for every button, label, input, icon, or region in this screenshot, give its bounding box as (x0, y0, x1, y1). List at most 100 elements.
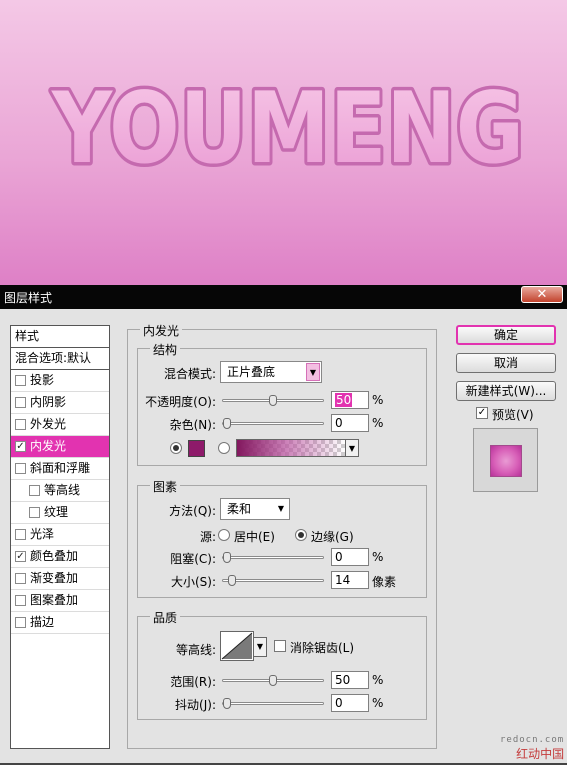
effect-checkbox[interactable] (29, 485, 40, 496)
effect-label: 等高线 (44, 483, 81, 497)
glow-color-swatch[interactable] (188, 440, 205, 457)
size-value: 14 (335, 573, 351, 587)
blend-mode-select[interactable]: 正片叠底 ▼ (220, 361, 322, 383)
effect-item[interactable]: 投影 (11, 370, 109, 392)
size-slider[interactable] (222, 575, 324, 586)
effect-checkbox[interactable] (15, 375, 26, 386)
choke-input[interactable]: 0 (331, 548, 369, 566)
effect-checkbox[interactable] (15, 463, 26, 474)
effect-item[interactable]: 内阴影 (11, 392, 109, 414)
effect-label: 斜面和浮雕 (30, 461, 91, 475)
effect-checkbox[interactable] (15, 397, 26, 408)
effect-item[interactable]: 纹理 (11, 502, 109, 524)
source-center-label[interactable]: 居中(E) (234, 528, 275, 545)
range-slider-thumb[interactable] (269, 675, 277, 686)
structure-legend: 结构 (150, 341, 181, 358)
gradient-radio[interactable] (218, 442, 230, 454)
effect-item[interactable]: 外发光 (11, 414, 109, 436)
blend-mode-value: 正片叠底 (227, 365, 276, 379)
opacity-slider[interactable] (222, 395, 324, 406)
size-slider-thumb[interactable] (227, 575, 236, 586)
opacity-input[interactable]: 50 (331, 391, 369, 409)
effect-item[interactable]: 渐变叠加 (11, 568, 109, 590)
cancel-button[interactable]: 取消 (456, 353, 556, 373)
blend-options-item[interactable]: 混合选项:默认 (11, 348, 109, 370)
glow-gradient-picker[interactable] (236, 439, 346, 457)
watermark-site: redocn.com (500, 735, 565, 745)
elements-group: 图素 方法(Q): 柔和 ▼ 源: 居中(E) 边缘(G) 阻塞(C): 0 %… (137, 478, 427, 598)
noise-label: 杂色(N): (169, 418, 216, 432)
jitter-slider[interactable] (222, 698, 324, 709)
structure-group: 结构 混合模式: 正片叠底 ▼ 不透明度(O): 50 % 杂色(N): 0 % (137, 341, 427, 466)
title-bar[interactable]: 图层样式 ✕ (0, 285, 567, 309)
preview-label[interactable]: 预览(V) (492, 406, 534, 423)
watermark: redocn.com 红动中国 (500, 735, 564, 762)
technique-label: 方法(Q): (169, 504, 216, 518)
opacity-slider-thumb[interactable] (269, 395, 277, 406)
color-radio[interactable] (170, 442, 182, 454)
jitter-slider-thumb[interactable] (223, 698, 231, 709)
technique-select[interactable]: 柔和 ▼ (220, 498, 290, 520)
technique-value: 柔和 (227, 502, 252, 516)
choke-percent: % (372, 550, 384, 564)
noise-percent: % (372, 416, 384, 430)
elements-legend: 图素 (150, 478, 181, 495)
jitter-input[interactable]: 0 (331, 694, 369, 712)
watermark-name: 红动中国 (516, 747, 565, 761)
effect-item[interactable]: 图案叠加 (11, 590, 109, 612)
effect-checkbox[interactable] (15, 617, 26, 628)
effect-checkbox[interactable]: ✓ (15, 551, 26, 562)
canvas-text-youmeng: YOUMENG (51, 72, 524, 186)
contour-picker[interactable] (220, 631, 254, 661)
source-center-radio[interactable] (218, 529, 230, 541)
noise-slider[interactable] (222, 418, 324, 429)
source-edge-label[interactable]: 边缘(G) (311, 528, 354, 545)
ok-button[interactable]: 确定 (456, 325, 556, 345)
close-button[interactable]: ✕ (521, 286, 563, 303)
effect-item[interactable]: ✓ 颜色叠加 (11, 546, 109, 568)
anti-alias-label[interactable]: 消除锯齿(L) (290, 639, 354, 656)
effect-checkbox[interactable] (15, 529, 26, 540)
style-preview (473, 428, 538, 492)
range-slider[interactable] (222, 675, 324, 686)
effect-item[interactable]: ✓ 内发光 (11, 436, 109, 458)
noise-slider-thumb[interactable] (223, 418, 231, 429)
effect-checkbox[interactable]: ✓ (15, 441, 26, 452)
contour-label: 等高线: (175, 643, 216, 657)
dialog-title: 图层样式 (4, 291, 53, 305)
range-input[interactable]: 50 (331, 671, 369, 689)
effect-item[interactable]: 等高线 (11, 480, 109, 502)
size-input[interactable]: 14 (331, 571, 369, 589)
anti-alias-checkbox[interactable] (274, 640, 286, 652)
preview-checkbox[interactable]: ✓ (476, 407, 488, 419)
effect-item[interactable]: 斜面和浮雕 (11, 458, 109, 480)
effect-item[interactable]: 光泽 (11, 524, 109, 546)
choke-slider[interactable] (222, 552, 324, 563)
opacity-label: 不透明度(O): (145, 395, 216, 409)
quality-group: 品质 等高线: ▼ 消除锯齿(L) 范围(R): 50 % 抖动(J): 0 % (137, 609, 427, 720)
effect-item[interactable]: 描边 (11, 612, 109, 634)
effect-checkbox[interactable] (15, 419, 26, 430)
close-icon: ✕ (536, 287, 548, 302)
choke-label: 阻塞(C): (170, 552, 216, 566)
source-edge-radio[interactable] (295, 529, 307, 541)
effect-label: 外发光 (30, 417, 67, 431)
chevron-down-icon: ▼ (274, 500, 288, 518)
jitter-percent: % (372, 696, 384, 710)
chevron-down-icon[interactable]: ▼ (345, 439, 359, 457)
inner-glow-panel: 内发光 结构 混合模式: 正片叠底 ▼ 不透明度(O): 50 % 杂色(N):… (127, 322, 437, 749)
chevron-down-icon[interactable]: ▼ (253, 637, 267, 657)
effect-checkbox[interactable] (15, 573, 26, 584)
effect-checkbox[interactable] (29, 507, 40, 518)
new-style-button[interactable]: 新建样式(W)... (456, 381, 556, 401)
chevron-down-icon: ▼ (306, 363, 320, 381)
layer-style-dialog: 图层样式 ✕ 样式 混合选项:默认 投影 内阴影 外发光 ✓ 内发光 斜面和浮雕 等高线 纹理… (0, 285, 567, 765)
styles-header[interactable]: 样式 (11, 326, 109, 348)
effect-label: 图案叠加 (30, 593, 79, 607)
effect-label: 内阴影 (30, 395, 67, 409)
effect-checkbox[interactable] (15, 595, 26, 606)
choke-slider-thumb[interactable] (223, 552, 231, 563)
panel-title: 内发光 (140, 322, 183, 339)
noise-input[interactable]: 0 (331, 414, 369, 432)
choke-value: 0 (335, 550, 343, 564)
